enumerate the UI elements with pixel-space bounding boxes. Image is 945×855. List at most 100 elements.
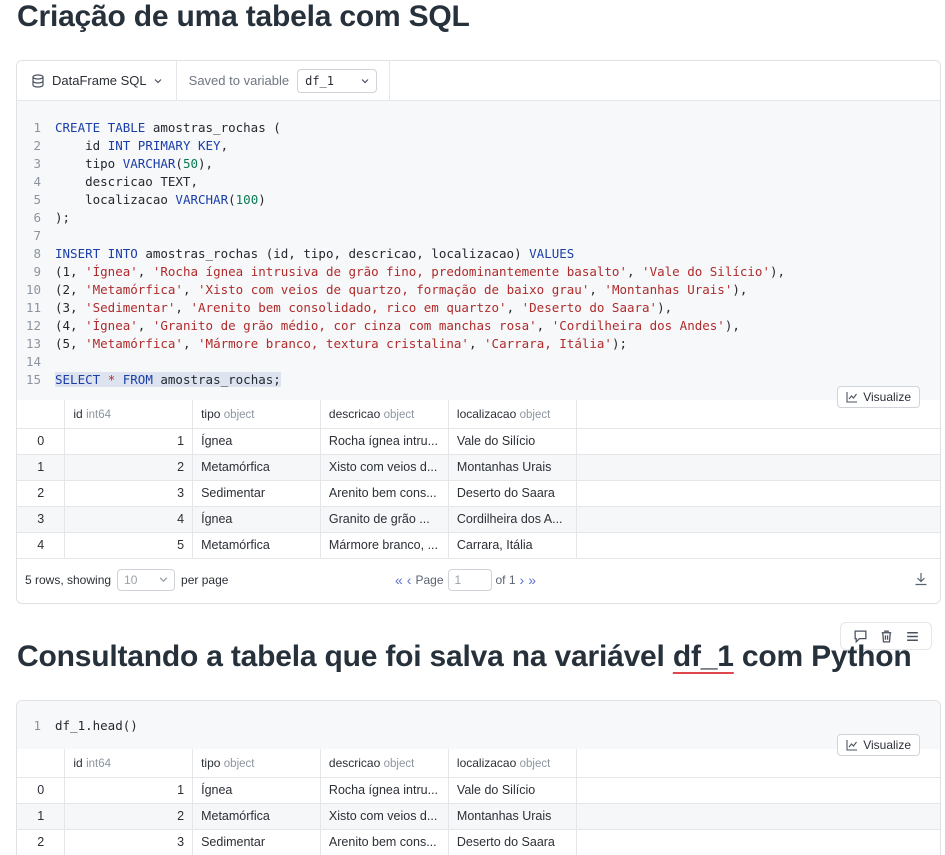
first-page-icon[interactable]: « — [395, 572, 403, 588]
title-suffix: com Python — [733, 640, 912, 673]
sql-code-editor[interactable]: 1 CREATE TABLE amostras_rochas (2 id INT … — [17, 101, 940, 400]
code-line[interactable]: 2 id INT PRIMARY KEY, — [17, 137, 940, 155]
table-cell: Vale do Silício — [448, 428, 577, 455]
table-cell: Rocha ígnea intru... — [320, 777, 449, 804]
code-line[interactable]: 15 SELECT * FROM amostras_rochas; — [17, 371, 940, 389]
page-navigation: « ‹ Page 1 of 1 › » — [395, 559, 536, 601]
code-line[interactable]: 5 localizacao VARCHAR(100) — [17, 191, 940, 209]
column-dtype: object — [223, 408, 255, 421]
table-cell: 2 — [64, 454, 194, 481]
column-header[interactable]: id int64 — [64, 749, 194, 778]
chevron-down-icon — [159, 577, 168, 583]
table-row: 4 5 Metamórfica Mármore branco, ... Carrara,… — [17, 532, 940, 559]
line-number: 5 — [33, 192, 41, 207]
code-text: tipo VARCHAR(50), — [55, 156, 214, 171]
line-number: 10 — [25, 282, 41, 297]
code-text: (3, 'Sedimentar', 'Arenito bem consolida… — [55, 300, 673, 315]
code-text: (2, 'Metamórfica', 'Xisto com veios de q… — [55, 282, 748, 297]
index-header — [17, 400, 66, 429]
index-header — [17, 749, 66, 778]
code-line[interactable]: 9 (1, 'Ígnea', 'Rocha ígnea intrusiva de … — [17, 263, 940, 281]
code-text: (5, 'Metamórfica', 'Mármore branco, text… — [55, 336, 628, 351]
code-line[interactable]: 10 (2, 'Metamórfica', 'Xisto com veios de… — [17, 281, 940, 299]
table-cell: Arenito bem cons... — [320, 480, 449, 507]
prev-page-icon[interactable]: ‹ — [407, 572, 412, 588]
chevron-down-icon — [154, 78, 162, 83]
filler-cell — [576, 532, 940, 559]
table-cell: Granito de grão ... — [320, 506, 449, 533]
column-dtype: object — [383, 408, 415, 421]
table-row: 2 3 Sedimentar Arenito bem cons... Deserto d… — [17, 829, 940, 855]
next-page-icon[interactable]: › — [520, 572, 525, 588]
table-row: 0 1 Ígnea Rocha ígnea intru... Vale do Silíc… — [17, 428, 940, 455]
code-line[interactable]: 8 INSERT INTO amostras_rochas (id, tipo, … — [17, 245, 940, 263]
line-number: 14 — [25, 354, 41, 369]
rows-count-text: 5 rows, showing — [25, 572, 112, 587]
table-cell: Metamórfica — [192, 532, 321, 559]
visualize-button[interactable]: Visualize — [837, 386, 920, 408]
last-page-icon[interactable]: » — [528, 572, 536, 588]
page-total-text: of 1 — [495, 572, 516, 587]
code-line[interactable]: 3 tipo VARCHAR(50), — [17, 155, 940, 173]
column-header[interactable]: descricao object — [320, 400, 449, 429]
table-cell: 4 — [64, 506, 194, 533]
row-index: 2 — [17, 829, 66, 855]
table-cell: Xisto com veios d... — [320, 803, 449, 830]
table-cell: 2 — [64, 803, 194, 830]
column-dtype: int64 — [86, 757, 112, 770]
code-text: (1, 'Ígnea', 'Rocha ígnea intrusiva de g… — [55, 264, 786, 279]
code-line[interactable]: 13 (5, 'Metamórfica', 'Mármore branco, te… — [17, 335, 940, 353]
source-label: DataFrame SQL — [52, 73, 147, 88]
column-name: tipo — [201, 406, 224, 421]
code-line[interactable]: 14 — [17, 353, 940, 371]
column-header[interactable]: descricao object — [320, 749, 449, 778]
line-chart-icon — [846, 740, 858, 751]
download-icon[interactable] — [914, 572, 928, 586]
column-name: localizacao — [456, 406, 520, 421]
filler-cell — [576, 454, 940, 481]
title-variable: df_1 — [672, 640, 734, 673]
column-header[interactable]: tipo object — [192, 749, 321, 778]
column-header[interactable]: tipo object — [192, 400, 321, 429]
code-text: INSERT INTO amostras_rochas (id, tipo, d… — [55, 246, 575, 261]
table-cell: Ígnea — [192, 506, 321, 533]
python-code-editor[interactable]: 1 df_1.head() — [17, 701, 940, 749]
filler-cell — [576, 506, 940, 533]
table-cell: Vale do Silício — [448, 777, 577, 804]
variable-select[interactable]: df_1 — [297, 68, 378, 93]
filler-cell — [576, 829, 940, 855]
code-line[interactable]: 11 (3, 'Sedimentar', 'Arenito bem consoli… — [17, 299, 940, 317]
variable-value: df_1 — [305, 73, 335, 88]
column-header[interactable]: localizacao object — [448, 749, 577, 778]
line-number: 8 — [33, 246, 41, 261]
page-label: Page — [415, 572, 444, 587]
table-cell: Sedimentar — [192, 480, 321, 507]
line-number: 1 — [33, 120, 41, 135]
code-line[interactable]: 7 — [17, 227, 940, 245]
line-number: 15 — [25, 372, 41, 387]
title-prefix: Consultando a tabela que foi salva na va… — [17, 640, 673, 673]
result-table: id int64 tipo object descricao object local… — [17, 400, 940, 559]
column-header[interactable]: localizacao object — [448, 400, 577, 429]
table-cell: Sedimentar — [192, 829, 321, 855]
table-cell: Cordilheira dos A... — [448, 506, 577, 533]
code-line[interactable]: 6); — [17, 209, 940, 227]
source-dropdown[interactable]: DataFrame SQL — [17, 61, 177, 101]
visualize-label: Visualize — [863, 738, 911, 752]
page-size-select[interactable]: 10 — [117, 568, 176, 591]
code-line[interactable]: 1 df_1.head() — [17, 717, 940, 735]
row-index: 0 — [17, 777, 66, 804]
row-index: 1 — [17, 454, 66, 481]
code-line[interactable]: 1 CREATE TABLE amostras_rochas ( — [17, 119, 940, 137]
database-icon — [32, 73, 44, 88]
code-line[interactable]: 4 descricao TEXT, — [17, 173, 940, 191]
code-line[interactable]: 12 (4, 'Ígnea', 'Granito de grão médio, c… — [17, 317, 940, 335]
table-row: 2 3 Sedimentar Arenito bem cons... Deserto d… — [17, 480, 940, 507]
table-cell: Deserto do Saara — [448, 480, 577, 507]
column-header[interactable]: id int64 — [64, 400, 194, 429]
page-number-input[interactable]: 1 — [447, 568, 492, 591]
visualize-button[interactable]: Visualize — [837, 734, 920, 756]
table-cell: 5 — [64, 532, 194, 559]
table-row: 0 1 Ígnea Rocha ígnea intru... Vale do Silíc… — [17, 777, 940, 804]
row-index: 3 — [17, 506, 66, 533]
